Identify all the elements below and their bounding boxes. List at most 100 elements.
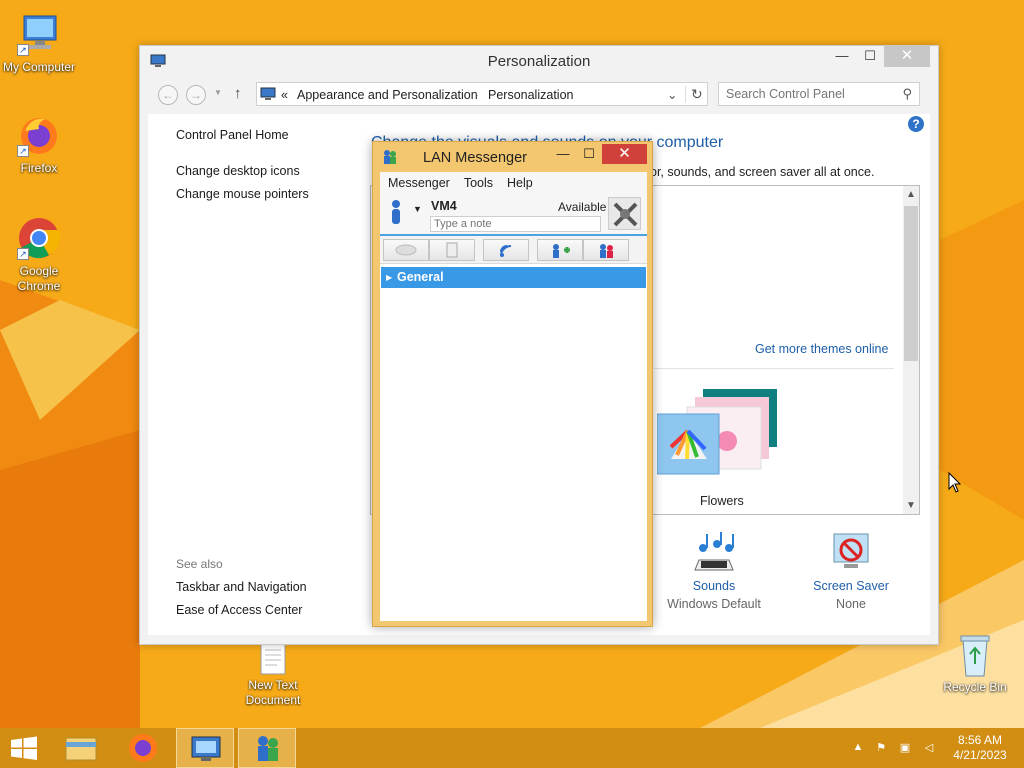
add-contact-icon: [553, 244, 570, 258]
screen-saver-icon: [833, 533, 869, 568]
maximize-button[interactable]: ☐: [856, 46, 884, 67]
user-status-icon[interactable]: [389, 199, 403, 225]
shortcut-arrow-icon: ↗: [17, 145, 29, 157]
lan-maximize-button[interactable]: ☐: [579, 144, 599, 164]
address-prefix: «: [281, 88, 288, 102]
text-document-icon: [255, 640, 291, 676]
add-contact-button[interactable]: [537, 239, 583, 261]
lan-minimize-button[interactable]: —: [553, 144, 573, 164]
note-input[interactable]: [430, 216, 601, 232]
show-hidden-icons-icon[interactable]: ▲: [851, 741, 865, 755]
up-button[interactable]: ↑: [234, 85, 242, 102]
lan-user-panel: ▼ VM4 Available: [380, 194, 647, 236]
desktop-icon-firefox[interactable]: ↗ Firefox: [0, 111, 79, 176]
personalization-titlebar[interactable]: Personalization — ☐ ✕: [140, 46, 938, 76]
recent-pages-dropdown[interactable]: ▼: [214, 88, 222, 97]
screen-saver-item[interactable]: Screen Saver None: [796, 530, 906, 611]
theme-scrollbar[interactable]: ▲ ▼: [903, 186, 919, 514]
desktop-icon-my-computer[interactable]: ↗ My Computer: [0, 10, 79, 75]
menu-messenger[interactable]: Messenger: [388, 172, 450, 194]
broadcast-button[interactable]: [483, 239, 529, 261]
recycle-bin-icon: [955, 632, 995, 678]
flowers-theme-thumbnail: [656, 389, 777, 475]
network-icon[interactable]: ▣: [898, 741, 912, 755]
minimize-button[interactable]: —: [828, 46, 856, 67]
volume-muted-icon[interactable]: ◁: [922, 741, 936, 755]
taskbar-control-panel[interactable]: [176, 728, 234, 768]
avatar[interactable]: [608, 197, 641, 230]
screen-saver-value: None: [836, 597, 866, 611]
control-panel-icon: [191, 736, 221, 761]
desktop-icon-new-text-document[interactable]: New Text Document: [233, 640, 313, 708]
back-button[interactable]: ←: [158, 85, 178, 105]
address-row: ← → ▼ ↑ « Appearance and Personalization…: [148, 82, 930, 108]
breadcrumb-separator-icon: ›: [475, 90, 478, 100]
sounds-item[interactable]: Sounds Windows Default: [659, 530, 769, 611]
sounds-icon: [694, 532, 734, 571]
start-button[interactable]: [0, 728, 48, 768]
change-desktop-icons-link[interactable]: Change desktop icons: [176, 164, 300, 178]
lan-messenger-icon: [258, 736, 278, 761]
firefox-icon: [129, 734, 157, 762]
lan-content: Messenger Tools Help ▼ VM4 Available Typ…: [380, 172, 647, 621]
user-status[interactable]: Available: [558, 200, 606, 214]
address-bar[interactable]: « Appearance and Personalization › Perso…: [256, 82, 708, 106]
chat-button[interactable]: [383, 239, 429, 261]
change-mouse-pointers-link[interactable]: Change mouse pointers: [176, 187, 309, 201]
send-file-button[interactable]: [429, 239, 475, 261]
lan-messenger-window: LAN Messenger — ☐ ✕ Messenger Tools Help…: [372, 141, 653, 627]
lan-title: LAN Messenger: [423, 150, 527, 166]
breadcrumb-appearance[interactable]: Appearance and Personalization: [297, 88, 478, 102]
theme-flowers-label: Flowers: [700, 494, 744, 508]
desktop-icon-label: Recycle Bin: [943, 680, 1007, 694]
desktop-icon-label: New Text Document: [245, 678, 301, 707]
menu-help[interactable]: Help: [507, 172, 533, 194]
help-icon[interactable]: ?: [908, 116, 924, 132]
search-input[interactable]: [719, 83, 889, 105]
taskbar-clock[interactable]: 8:56 AM 4/21/2023: [950, 733, 1010, 763]
refresh-icon[interactable]: ↻: [685, 86, 703, 103]
file-icon: [446, 242, 458, 258]
desktop-icon-label: Firefox: [20, 161, 58, 175]
lan-close-button[interactable]: ✕: [602, 144, 647, 164]
chat-icon: [395, 244, 417, 256]
avatar-icon: [613, 202, 638, 227]
computer-icon: ↗: [15, 10, 63, 58]
taskbar-firefox[interactable]: [114, 728, 172, 768]
search-icon[interactable]: ⚲: [902, 86, 912, 102]
desktop-icon-label: Google Chrome: [17, 264, 61, 293]
contact-group-general[interactable]: ▶ General: [381, 267, 646, 288]
forward-button[interactable]: →: [186, 85, 206, 105]
control-panel-icon: [260, 87, 276, 100]
ease-of-access-link[interactable]: Ease of Access Center: [176, 603, 302, 617]
clock-time: 8:56 AM: [957, 733, 1003, 747]
control-panel-home-link[interactable]: Control Panel Home: [176, 128, 289, 142]
address-dropdown-icon[interactable]: ⌄: [667, 87, 677, 102]
desktop-icon-recycle-bin[interactable]: Recycle Bin: [935, 632, 1015, 695]
lan-messenger-icon: [382, 149, 398, 165]
menu-tools[interactable]: Tools: [464, 172, 493, 194]
taskbar-file-explorer[interactable]: [52, 728, 110, 768]
taskbar-navigation-link[interactable]: Taskbar and Navigation: [176, 580, 307, 594]
scroll-up-arrow-icon[interactable]: ▲: [903, 186, 919, 203]
firefox-icon: ↗: [15, 111, 63, 159]
lan-toolbar: [380, 236, 647, 264]
close-button[interactable]: ✕: [884, 46, 930, 67]
scroll-down-arrow-icon[interactable]: ▼: [903, 497, 919, 514]
shortcut-arrow-icon: ↗: [17, 248, 29, 260]
sounds-value: Windows Default: [667, 597, 761, 611]
theme-flowers[interactable]: [656, 389, 783, 489]
desktop-icon-google-chrome[interactable]: ↗ Google Chrome: [0, 214, 79, 294]
lan-titlebar[interactable]: LAN Messenger — ☐ ✕: [373, 142, 652, 172]
taskbar-lan-messenger[interactable]: [238, 728, 296, 768]
action-center-flag-icon[interactable]: ⚑: [874, 741, 888, 755]
get-more-themes-link[interactable]: Get more themes online: [755, 342, 888, 356]
sounds-label: Sounds: [692, 579, 736, 593]
expand-arrow-icon[interactable]: ▶: [386, 267, 392, 288]
scroll-thumb[interactable]: [904, 206, 918, 361]
desktop-icon-label: My Computer: [2, 60, 76, 74]
folder-icon: [65, 737, 97, 761]
status-dropdown-icon[interactable]: ▼: [413, 204, 422, 214]
refresh-contacts-button[interactable]: [583, 239, 629, 261]
breadcrumb-personalization[interactable]: Personalization: [488, 88, 573, 102]
